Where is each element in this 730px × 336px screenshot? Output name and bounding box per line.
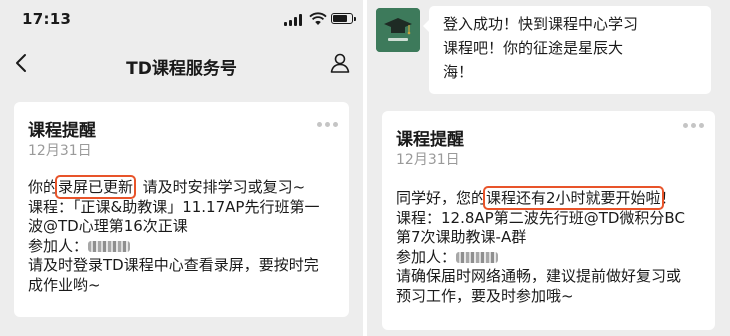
more-dots-icon[interactable] [317, 122, 339, 128]
message-line: 你的录屏已更新 请及时安排学习或复习~ [28, 175, 319, 199]
right-screen: 登入成功！快到课程中心学习 课程吧！你的征途是星辰大 海！ 课程提醒 12月31… [367, 0, 730, 336]
message-line: 同学好，您的课程还有2小时就要开始啦！ [396, 186, 685, 210]
bubble-line: 课程吧！你的征途是星辰大 [443, 39, 624, 57]
card-title: 课程提醒 [396, 130, 464, 150]
status-bar: 17:13 [0, 0, 363, 40]
card-title: 课程提醒 [28, 121, 96, 141]
avatar[interactable] [376, 8, 420, 52]
course-line-cont: 第7次课助教课-A群 [396, 228, 527, 246]
graduation-cap-icon [376, 8, 420, 52]
bubble-line: 海！ [443, 63, 474, 81]
course-reminder-card[interactable]: 课程提醒 12月31日 你的录屏已更新 请及时安排学习或复习~ 课程：「正课&助… [14, 102, 349, 317]
bubble-text: 登入成功！快到课程中心学习 课程吧！你的征途是星辰大 海！ [443, 12, 701, 84]
card-date: 12月31日 [396, 152, 460, 168]
bubble-line: 登入成功！快到课程中心学习 [443, 15, 639, 33]
line-prefix: 你的 [28, 178, 59, 196]
instruction-line-cont: 预习工作，要及时参加哦~ [396, 286, 574, 305]
instruction-line: 请及时登录TD课程中心查看录屏，要按时完 [28, 256, 319, 274]
highlight-text: 课程还有2小时就要开始啦 [483, 186, 664, 210]
instruction-line-cont: 成作业哟~ [28, 275, 101, 294]
nav-bar: TD课程服务号 [0, 40, 363, 86]
course-line: 课程：「正课&助教课」11.17AP先行班第一 [28, 197, 320, 216]
redacted-name [456, 251, 499, 263]
course-reminder-card[interactable]: 课程提醒 12月31日 同学好，您的课程还有2小时就要开始啦！ 课程：12.8A… [382, 111, 715, 330]
attendee-label: 参加人： [396, 247, 457, 266]
card-body: 同学好，您的课程还有2小时就要开始啦！ 课程：12.8AP第二波先行班@TD微积… [396, 186, 685, 306]
signal-icon [284, 14, 304, 26]
course-line: 课程：12.8AP第二波先行班@TD微积分BC [396, 208, 685, 227]
instruction-line: 请确保届时网络通畅，建议提前做好复习或 [396, 267, 682, 285]
person-icon[interactable] [328, 51, 352, 75]
line-suffix: 请及时安排学习或复习~ [133, 178, 306, 196]
line-suffix: ！ [660, 189, 676, 207]
more-dots-icon[interactable] [683, 123, 705, 129]
redacted-name [88, 240, 131, 252]
left-screen: 17:13 TD课程服务号 课程提醒 12月31日 你的录屏已更新 请及时安排学… [0, 0, 363, 336]
page-title: TD课程服务号 [126, 59, 237, 79]
attendee-line: 参加人： [396, 248, 685, 268]
battery-icon [331, 13, 356, 24]
highlight-text: 录屏已更新 [55, 175, 137, 199]
line-prefix: 同学好，您的 [396, 189, 487, 207]
status-time: 17:13 [22, 10, 72, 28]
wifi-icon [309, 12, 327, 25]
course-line-cont: 波@TD心理第16次正课 [28, 217, 188, 235]
card-body: 你的录屏已更新 请及时安排学习或复习~ 课程：「正课&助教课」11.17AP先行… [28, 175, 320, 295]
attendee-label: 参加人： [28, 236, 89, 255]
attendee-line: 参加人： [28, 237, 319, 257]
chat-bubble[interactable]: 登入成功！快到课程中心学习 课程吧！你的征途是星辰大 海！ [423, 6, 711, 94]
card-date: 12月31日 [28, 143, 92, 159]
